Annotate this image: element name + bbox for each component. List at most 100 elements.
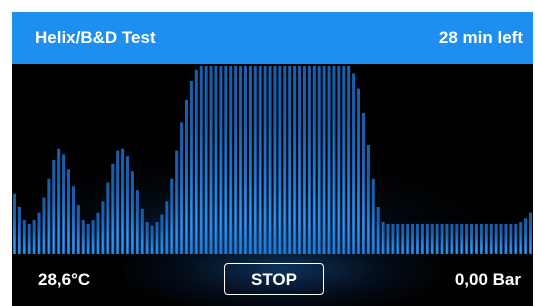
graph-bar: [219, 66, 223, 254]
graph-bar: [194, 69, 198, 254]
graph-bar: [17, 207, 21, 254]
graph-bar: [116, 150, 120, 254]
pressure-graph-svg: [12, 64, 533, 254]
graph-bar: [27, 223, 31, 254]
graph-bar: [121, 148, 125, 254]
graph-bar: [234, 66, 238, 254]
graph-bar: [386, 223, 390, 254]
graph-bar: [479, 223, 483, 254]
graph-bar: [32, 220, 36, 254]
graph-bar: [504, 223, 508, 254]
graph-bar: [524, 218, 528, 254]
graph-bar: [86, 223, 90, 254]
graph-bar: [474, 223, 478, 254]
graph-bar: [332, 66, 336, 254]
graph-bar: [67, 169, 71, 254]
graph-bar: [52, 160, 56, 254]
graph-bar: [494, 223, 498, 254]
graph-bar: [489, 223, 493, 254]
graph-bar: [175, 150, 179, 254]
graph-bar: [180, 122, 184, 254]
pressure-graph: [12, 64, 533, 254]
graph-bar: [209, 66, 213, 254]
graph-bar: [327, 66, 331, 254]
graph-bar: [509, 223, 513, 254]
graph-bar: [499, 223, 503, 254]
graph-bar: [337, 66, 341, 254]
graph-bar: [184, 99, 189, 254]
graph-bar: [62, 154, 66, 254]
graph-bar: [415, 223, 420, 254]
graph-bar: [376, 207, 380, 254]
graph-bar: [317, 66, 321, 254]
graph-bar: [420, 223, 424, 254]
graph-bar: [91, 220, 95, 254]
graph-bar: [96, 212, 100, 254]
graph-bar: [283, 66, 287, 254]
graph-bar: [229, 66, 233, 254]
test-title: Helix/B&D Test: [35, 28, 156, 47]
graph-bar: [322, 66, 326, 254]
graph-bar: [268, 66, 272, 254]
graph-bar: [356, 88, 361, 254]
graph-bar: [12, 193, 16, 254]
graph-bar: [135, 190, 139, 254]
graph-bar: [430, 223, 434, 254]
graph-bar: [435, 223, 439, 254]
header-bar: Helix/B&D Test 28 min left: [12, 12, 533, 64]
pressure-readout: 0,00 Bar: [454, 270, 521, 289]
graph-bar: [342, 66, 346, 254]
graph-bar: [307, 66, 311, 254]
graph-bar: [514, 223, 518, 254]
temperature-readout: 28,6°C: [38, 270, 91, 289]
graph-bar: [450, 223, 454, 254]
graph-bar: [529, 212, 533, 254]
graph-bar: [391, 223, 395, 254]
graph-bar: [170, 178, 174, 254]
graph-bar: [199, 66, 203, 254]
graph-bar: [160, 214, 164, 254]
graph-bar: [411, 223, 415, 254]
graph-bar: [445, 223, 449, 254]
graph-bar: [440, 223, 444, 254]
graph-bar: [165, 201, 169, 254]
graph-bar: [76, 205, 80, 254]
graph-bar: [243, 66, 247, 254]
graph-bar: [396, 223, 400, 254]
graph-bar: [484, 223, 488, 254]
graph-bar: [57, 148, 61, 254]
graph-bar: [470, 223, 474, 254]
graph-bar: [140, 208, 144, 254]
graph-bar: [298, 66, 302, 254]
graph-bar: [22, 220, 26, 254]
graph-bar: [352, 73, 356, 254]
graph-bar: [150, 225, 154, 254]
graph-bar: [71, 186, 75, 254]
graph-bar: [239, 66, 243, 254]
status-footer: 28,6°C STOP 0,00 Bar: [12, 224, 533, 306]
graph-bar: [366, 144, 370, 254]
graph-bar: [278, 66, 282, 254]
graph-bar: [465, 223, 469, 254]
graph-bar: [258, 66, 262, 254]
graph-bar: [347, 66, 351, 254]
graph-bar: [371, 178, 375, 254]
graph-bar: [302, 66, 306, 254]
stop-button[interactable]: STOP: [224, 263, 324, 295]
graph-bar: [288, 66, 292, 254]
graph-bar: [81, 220, 85, 254]
graph-bar: [111, 163, 115, 254]
device-screen: Helix/B&D Test 28 min left 28,6°C STOP 0…: [12, 12, 533, 306]
graph-bar: [273, 66, 277, 254]
graph-bar: [248, 66, 252, 254]
graph-bar: [47, 178, 51, 254]
graph-bar: [406, 223, 410, 254]
graph-bar: [130, 171, 134, 254]
graph-bar: [293, 66, 297, 254]
graph-bar: [455, 223, 459, 254]
graph-glow: [12, 64, 533, 254]
graph-bar: [37, 212, 41, 254]
graph-bar: [401, 223, 405, 254]
graph-bar: [361, 113, 365, 254]
graph-bar: [106, 182, 110, 254]
